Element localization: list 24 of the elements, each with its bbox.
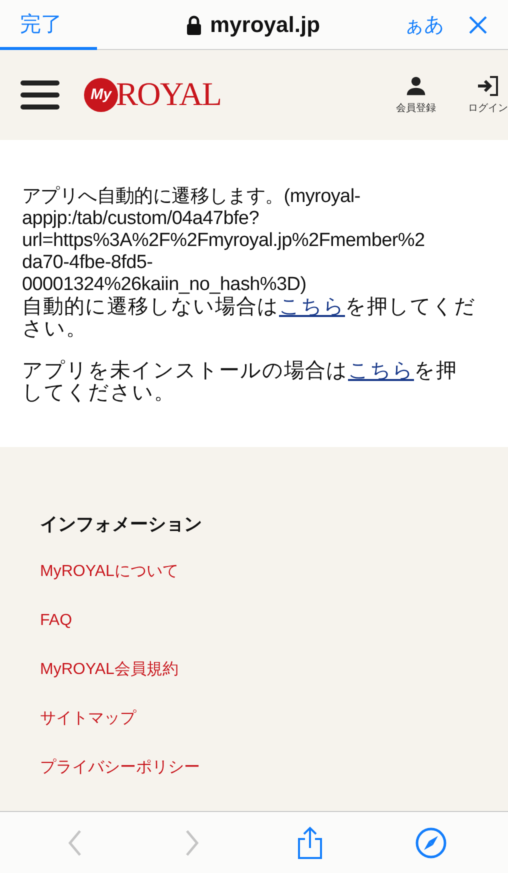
url-text: myroyal.jp: [210, 11, 320, 39]
done-button[interactable]: 完了: [20, 8, 62, 40]
here-link[interactable]: こちら: [348, 359, 414, 382]
share-icon[interactable]: [296, 826, 324, 860]
footer-link[interactable]: MyROYAL会員規約: [40, 658, 178, 682]
close-icon[interactable]: [468, 14, 488, 34]
install-message: アプリを未インストールの場合は こちら を押してください。: [22, 360, 458, 404]
lock-icon: [186, 14, 202, 34]
register-button[interactable]: 会員登録: [396, 74, 436, 116]
footer-link[interactable]: プライバシーポリシー: [40, 756, 200, 780]
text-size-button[interactable]: ぁあ: [404, 10, 444, 40]
here-link[interactable]: こちら: [279, 295, 345, 318]
compass-icon[interactable]: [414, 826, 446, 858]
footer-link[interactable]: MyROYALについて: [40, 560, 178, 584]
redirect-message: アプリへ自動的に遷移します。(myroyal- appjp:/tab/custom/04a47bfe? url=https%3A%2F%2Fmyroyal.jp%2Fmember%2 da70-4fbe-8fd5- 00001324%26kaiin_no_hash%3D): [22, 186, 426, 296]
fallback-message: 自動的に遷移しない場合は こちら を押してください。: [22, 296, 477, 340]
footer-link[interactable]: FAQ: [40, 609, 72, 633]
login-button[interactable]: ログイン: [468, 74, 508, 116]
footer-heading: インフォメーション: [40, 513, 203, 536]
chevron-left-icon: [66, 828, 84, 858]
menu-icon[interactable]: [20, 79, 60, 111]
footer-link[interactable]: サイトマップ: [40, 707, 136, 731]
person-icon: [405, 74, 427, 96]
login-icon: [476, 74, 500, 96]
